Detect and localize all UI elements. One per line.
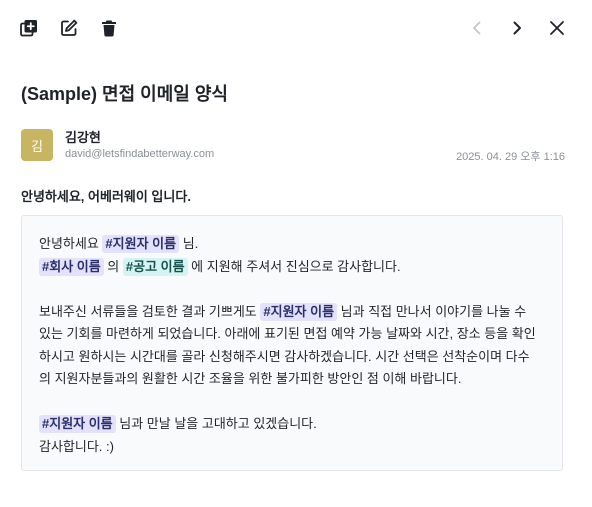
body-text: 의 [103,258,123,274]
variable-tag-company-name: #회사 이름 [39,257,104,276]
body-line: 있는 기회를 마련하게 되었습니다. 아래에 표기된 면접 예약 가능 날짜와 … [39,326,536,341]
close-button[interactable] [543,14,571,42]
body-line: 보내주신 서류들을 검토한 결과 기쁘게도 #지원자 이름 님과 직접 만나서 … [39,301,546,324]
body-line: 감사합니다. :) [39,438,114,454]
next-email-button[interactable] [503,14,531,42]
previous-email-button[interactable] [463,14,491,42]
chevron-left-icon [473,21,481,35]
variable-tag-job-posting-name: #공고 이름 [122,257,188,276]
email-toolbar [0,0,592,56]
body-line: 하시고 원하시는 시간대를 골라 신청해주시면 감사하겠습니다. 시간 선택은 … [39,348,530,364]
sender-email: david@letsfindabetterway.com [65,148,215,160]
variable-tag-applicant-name: #지원자 이름 [260,302,338,321]
body-line: #지원자 이름 님과 만날 날을 고대하고 있겠습니다. [39,413,546,436]
trash-icon [102,20,116,37]
body-line: 안녕하세요 #지원자 이름 님. [39,233,546,256]
delete-button[interactable] [95,14,123,42]
variable-tag-applicant-name: #지원자 이름 [102,235,180,253]
variable-tag-applicant-name: #지원자 이름 [39,415,116,433]
edit-button[interactable] [55,14,83,42]
body-line: 의 지원자분들과의 원활한 시간 조율을 위한 불가피한 방안인 점 이해 바랍… [39,371,462,386]
chevron-right-icon [513,21,521,35]
avatar: 김 [21,129,53,161]
body-text: 에 지원해 주셔서 진심으로 감사합니다. [187,258,401,274]
duplicate-icon [20,20,37,37]
body-text: 안녕하세요 [39,236,103,251]
sender-info: 김 김강현 david@letsfindabetterway.com 2025.… [21,127,565,163]
duplicate-button[interactable] [15,14,43,42]
body-text: 님과 만날 날을 고대하고 있겠습니다. [115,416,317,431]
email-body: 안녕하세요 #지원자 이름 님. #회사 이름 의 #공고 이름 에 지원해 주… [21,215,563,471]
sent-date: 2025. 04. 29 오후 1:16 [456,151,565,163]
body-line: #회사 이름 의 #공고 이름 에 지원해 주셔서 진심으로 감사합니다. [39,256,546,279]
body-text: 님과 직접 만나서 이야기를 나눌 수 [337,303,527,319]
email-greeting: 안녕하세요, 어베러웨이 입니다. [21,189,191,204]
close-icon [550,21,564,35]
edit-icon [61,19,78,36]
sender-name: 김강현 [65,130,101,145]
body-text: 보내주신 서류들을 검토한 결과 기쁘게도 [39,303,261,319]
body-text: 님. [179,236,199,251]
email-title: (Sample) 면접 이메일 양식 [21,84,228,104]
